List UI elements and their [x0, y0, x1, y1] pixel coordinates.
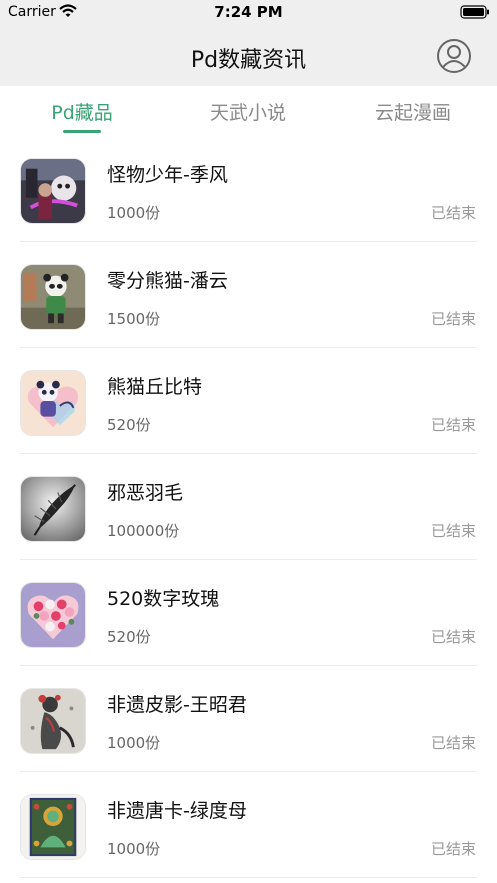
thumbnail: [20, 476, 86, 542]
collection-list: 怪物少年-季风 1000份 已结束 零分熊猫-潘云 1500份 已结束 熊猫丘比…: [0, 136, 497, 878]
item-status: 已结束: [430, 840, 476, 858]
thumbnail: [20, 688, 86, 754]
tab-tianwu-novels[interactable]: 天武小说: [188, 98, 308, 125]
panda-cupid-artwork: [21, 371, 85, 435]
item-name: 520数字玫瑰: [107, 588, 220, 610]
thumbnail: [20, 794, 86, 860]
digital-rose-heart-artwork: [21, 583, 85, 647]
row-divider: [20, 877, 477, 878]
list-item[interactable]: 520数字玫瑰 520份 已结束: [0, 560, 497, 666]
item-edition-count: 1000份: [107, 204, 161, 222]
list-item[interactable]: 零分熊猫-潘云 1500份 已结束: [0, 242, 497, 348]
thumbnail: [20, 158, 86, 224]
item-name: 怪物少年-季风: [107, 164, 228, 186]
list-item[interactable]: 非遗唐卡-绿度母 1000份 已结束: [0, 772, 497, 878]
thumbnail: [20, 582, 86, 648]
item-edition-count: 1000份: [107, 734, 161, 752]
item-status: 已结束: [430, 628, 476, 646]
item-name: 零分熊猫-潘云: [107, 270, 228, 292]
item-status: 已结束: [430, 310, 476, 328]
item-edition-count: 520份: [107, 628, 151, 646]
evil-feather-artwork: [21, 477, 85, 541]
item-status: 已结束: [430, 734, 476, 752]
profile-button[interactable]: [436, 38, 472, 74]
list-item[interactable]: 非遗皮影-王昭君 1000份 已结束: [0, 666, 497, 772]
item-status: 已结束: [430, 416, 476, 434]
active-tab-indicator: [63, 130, 101, 133]
list-item[interactable]: 邪恶羽毛 100000份 已结束: [0, 454, 497, 560]
item-name: 邪恶羽毛: [107, 482, 184, 504]
zero-panda-artwork: [21, 265, 85, 329]
thumbnail: [20, 370, 86, 436]
list-item[interactable]: 怪物少年-季风 1000份 已结束: [0, 136, 497, 242]
status-bar: Carrier 7:24 PM: [0, 0, 497, 24]
nav-bar: Pd数藏资讯: [0, 24, 497, 86]
thangka-artwork: [21, 795, 85, 859]
item-edition-count: 100000份: [107, 522, 180, 540]
tab-pd-collections[interactable]: Pd藏品: [22, 98, 142, 125]
item-name: 非遗皮影-王昭君: [107, 694, 247, 716]
item-name: 非遗唐卡-绿度母: [107, 800, 247, 822]
tab-yunqi-comics[interactable]: 云起漫画: [353, 98, 473, 125]
item-status: 已结束: [430, 204, 476, 222]
item-edition-count: 520份: [107, 416, 151, 434]
page-title: Pd数藏资讯: [190, 48, 307, 73]
monster-boy-artwork: [21, 159, 85, 223]
item-name: 熊猫丘比特: [107, 376, 203, 398]
item-edition-count: 1500份: [107, 310, 161, 328]
battery-icon: [460, 5, 489, 19]
list-item[interactable]: 熊猫丘比特 520份 已结束: [0, 348, 497, 454]
category-tabs: Pd藏品 天武小说 云起漫画: [0, 86, 497, 136]
shadow-puppet-artwork: [21, 689, 85, 753]
user-circle-icon: [437, 39, 471, 73]
thumbnail: [20, 264, 86, 330]
clock: 7:24 PM: [214, 3, 283, 21]
item-edition-count: 1000份: [107, 840, 161, 858]
item-status: 已结束: [430, 522, 476, 540]
